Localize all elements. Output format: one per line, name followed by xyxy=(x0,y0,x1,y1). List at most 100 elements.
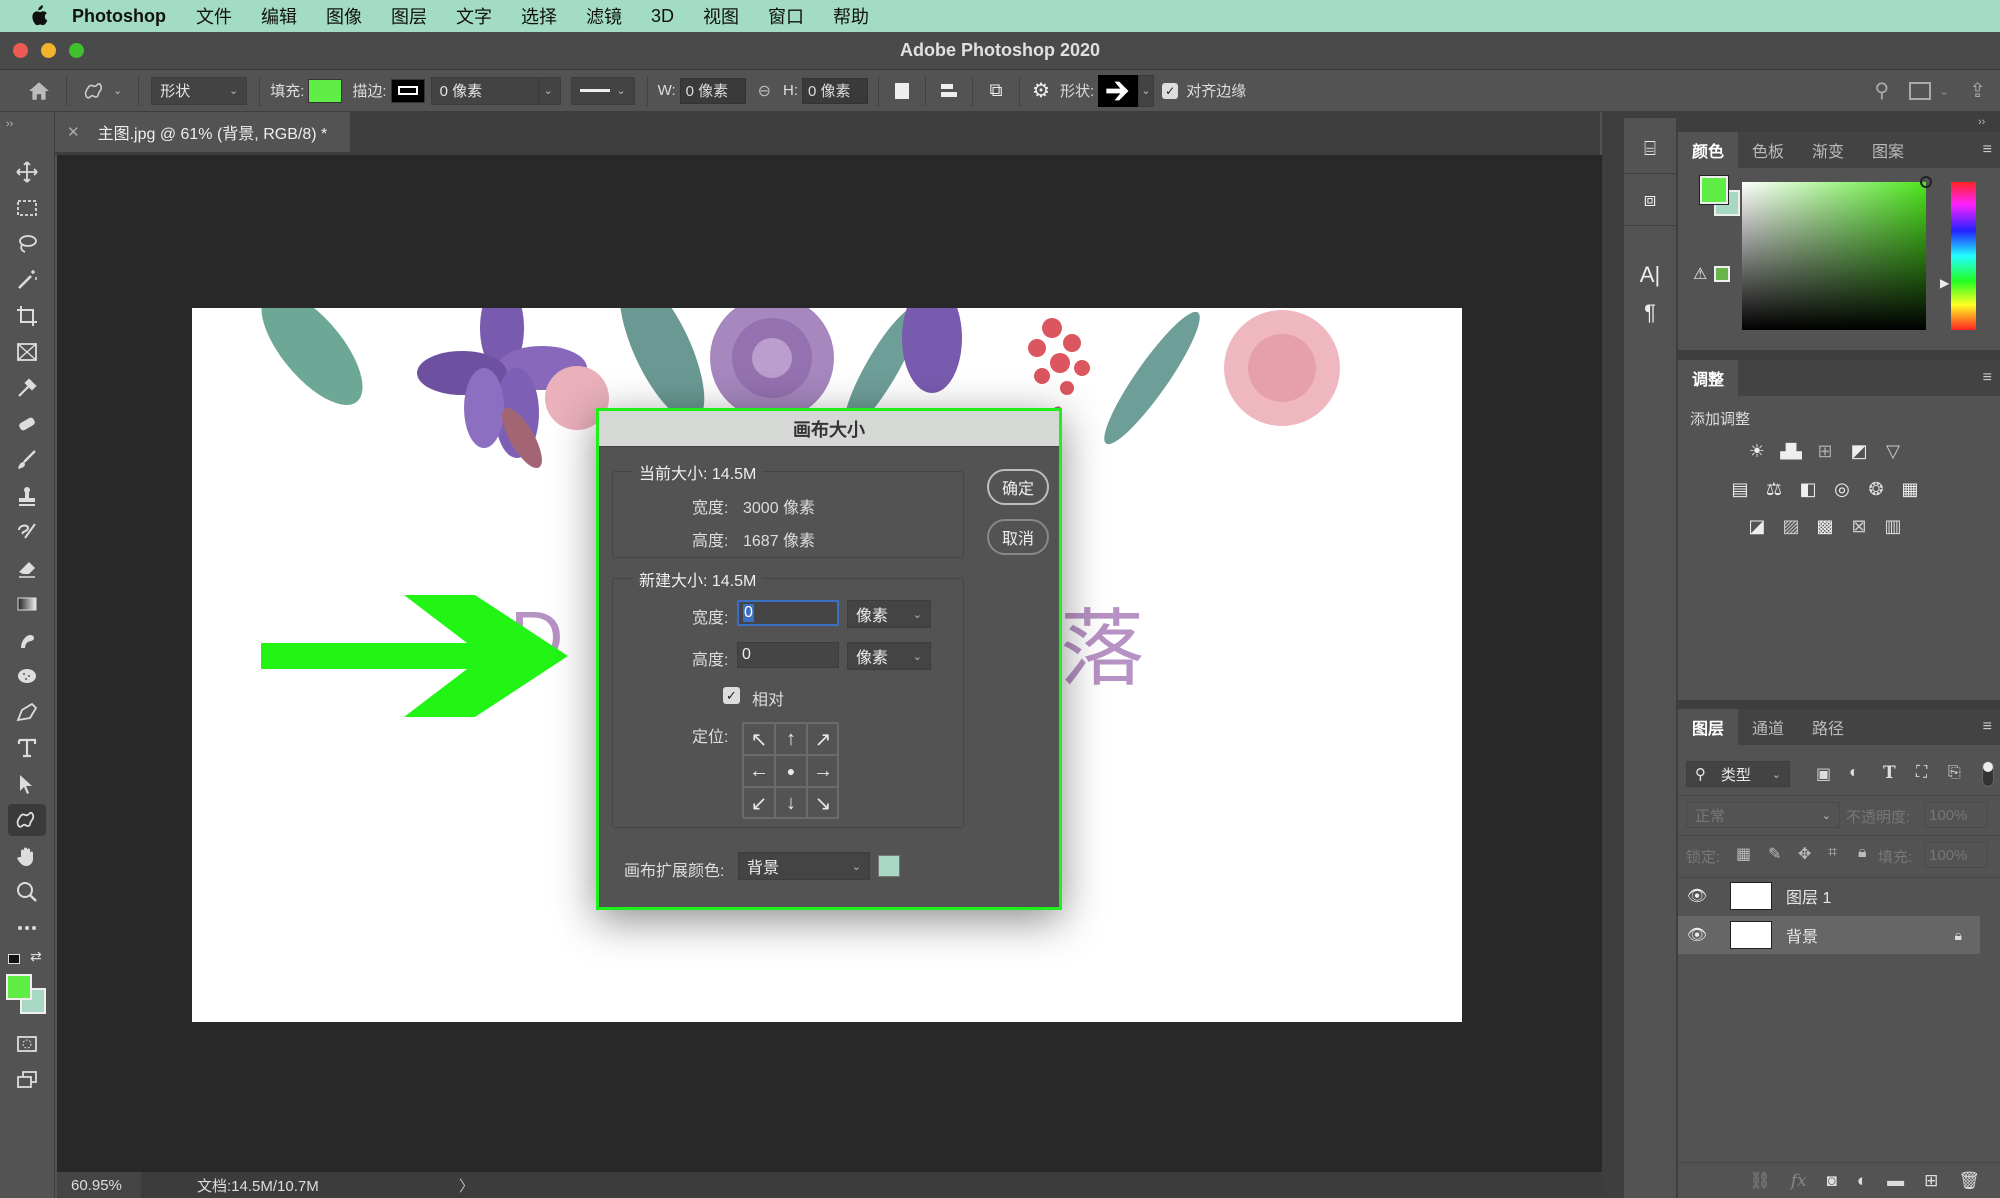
color-field[interactable] xyxy=(1742,176,1932,330)
path-operations-icon[interactable] xyxy=(885,82,919,99)
document-tab[interactable]: ✕ 主图.jpg @ 61% (背景, RGB/8) * xyxy=(55,112,350,152)
fill-color-swatch[interactable] xyxy=(308,78,343,103)
vibrance-icon[interactable]: ▽ xyxy=(1881,440,1905,462)
tab-color[interactable]: 颜色 xyxy=(1678,132,1739,168)
lock-all-icon[interactable]: 🔒︎ xyxy=(1858,844,1867,862)
layer-style-icon[interactable]: fx xyxy=(1791,1171,1807,1191)
shape-picker-dropdown[interactable]: ⌄ xyxy=(1138,74,1155,107)
threshold-icon[interactable]: ▩ xyxy=(1813,515,1837,537)
path-alignment-icon[interactable] xyxy=(932,84,966,97)
selective-color-icon[interactable]: ⊠ xyxy=(1847,515,1871,537)
panel-menu-icon[interactable]: ≡ xyxy=(1983,132,1992,168)
type-tool[interactable] xyxy=(8,732,46,764)
status-menu-arrow[interactable]: 〉 xyxy=(459,1175,474,1196)
height-unit-select[interactable]: 像素 ⌄ xyxy=(847,642,931,670)
lock-artboard-icon[interactable]: ⌗ xyxy=(1828,844,1837,862)
new-layer-icon[interactable]: ⊞ xyxy=(1924,1171,1938,1191)
clone-stamp-tool[interactable] xyxy=(8,480,46,512)
visibility-eye-icon[interactable]: 👁︎ xyxy=(1678,886,1716,906)
color-foreground-swatch[interactable] xyxy=(1699,175,1729,205)
expand-toolbar-icon[interactable]: ›› xyxy=(6,118,13,130)
expand-dock-icon[interactable]: ›› xyxy=(1978,116,1985,128)
menu-help[interactable]: 帮助 xyxy=(833,3,869,29)
gradient-map-icon[interactable]: ▥ xyxy=(1881,515,1905,537)
link-icon[interactable]: ⊖ xyxy=(758,81,771,101)
lock-image-pixels-icon[interactable]: ✎ xyxy=(1768,844,1781,864)
brightness-contrast-icon[interactable]: ☀ xyxy=(1745,440,1769,462)
curves-icon[interactable]: ⊞ xyxy=(1813,440,1837,462)
posterize-icon[interactable]: ▨ xyxy=(1779,515,1803,537)
color-balance-icon[interactable]: ⚖ xyxy=(1762,478,1786,500)
swap-colors-icon[interactable]: ⇄ xyxy=(30,948,42,965)
menu-app-name[interactable]: Photoshop xyxy=(72,6,166,27)
shape-width-input[interactable]: 0 像素 xyxy=(679,77,746,104)
history-panel-icon[interactable]: ⌸ xyxy=(1624,126,1676,174)
stroke-type-select[interactable]: ⌄ xyxy=(570,76,635,105)
filter-adjustment-layer-icon[interactable]: ◐ xyxy=(1849,764,1859,782)
home-icon[interactable] xyxy=(26,80,52,102)
maximize-window-button[interactable] xyxy=(69,43,84,58)
layer-filter-select[interactable]: ⚲ 类型 ⌄ xyxy=(1686,761,1790,787)
tab-channels[interactable]: 通道 xyxy=(1738,709,1798,745)
gamut-color-swatch[interactable] xyxy=(1714,266,1730,282)
tool-mode-select[interactable]: 形状 ⌄ xyxy=(151,76,248,105)
tab-adjustments[interactable]: 调整 xyxy=(1678,360,1739,396)
layers-menu-icon[interactable]: ≡ xyxy=(1983,709,1992,745)
hue-slider[interactable] xyxy=(1951,182,1976,330)
custom-shape-tool[interactable] xyxy=(8,804,46,836)
menu-3d[interactable]: 3D xyxy=(651,6,674,27)
filter-smart-object-icon[interactable]: ⎘ xyxy=(1948,764,1961,782)
extension-color-swatch[interactable] xyxy=(878,855,900,877)
tab-layers[interactable]: 图层 xyxy=(1678,709,1739,745)
anchor-left[interactable]: ← xyxy=(743,755,775,787)
cancel-button[interactable]: 取消 xyxy=(987,519,1049,555)
close-window-button[interactable] xyxy=(13,43,28,58)
quick-mask-icon[interactable] xyxy=(8,1028,46,1060)
color-picker-handle[interactable] xyxy=(1920,176,1932,188)
new-adjustment-layer-icon[interactable]: ◐ xyxy=(1857,1171,1867,1191)
magic-wand-tool[interactable] xyxy=(8,264,46,296)
stroke-width-input[interactable]: 0 像素 xyxy=(430,76,539,105)
shape-height-input[interactable]: 0 像素 xyxy=(802,77,869,104)
default-colors-icon[interactable] xyxy=(8,954,20,964)
menu-layer[interactable]: 图层 xyxy=(391,3,427,29)
exposure-icon[interactable]: ◩ xyxy=(1847,440,1871,462)
layer-row[interactable]: 👁︎ 图层 1 xyxy=(1678,877,1980,915)
levels-icon[interactable]: ▟▙ xyxy=(1779,440,1803,462)
tab-patterns[interactable]: 图案 xyxy=(1858,132,1918,168)
hue-saturation-icon[interactable]: ▤ xyxy=(1728,478,1752,500)
channel-mixer-icon[interactable]: ❂ xyxy=(1864,478,1888,500)
anchor-top-left[interactable]: ↖ xyxy=(743,723,775,755)
3d-panel-icon[interactable]: ⧈ xyxy=(1624,176,1676,226)
anchor-bottom-right[interactable]: ↘ xyxy=(807,787,839,819)
hand-tool[interactable] xyxy=(8,840,46,872)
crop-tool[interactable] xyxy=(8,300,46,332)
share-icon[interactable]: ⇪ xyxy=(1969,78,1986,103)
foreground-color-swatch[interactable] xyxy=(6,974,32,1000)
menu-image[interactable]: 图像 xyxy=(326,3,362,29)
width-unit-select[interactable]: 像素 ⌄ xyxy=(847,600,931,628)
marquee-tool[interactable] xyxy=(8,192,46,224)
apple-icon[interactable] xyxy=(26,5,52,27)
tab-paths[interactable]: 路径 xyxy=(1798,709,1858,745)
tab-swatches[interactable]: 色板 xyxy=(1738,132,1798,168)
menu-select[interactable]: 选择 xyxy=(521,3,557,29)
path-selection-tool[interactable] xyxy=(8,768,46,800)
path-arrangement-icon[interactable]: ⧉ xyxy=(979,80,1013,101)
new-width-input[interactable]: 0 xyxy=(737,600,839,626)
hue-slider-handle[interactable]: ▶ xyxy=(1940,276,1949,290)
menu-type[interactable]: 文字 xyxy=(456,3,492,29)
shape-picker[interactable] xyxy=(1098,74,1139,107)
relative-checkbox[interactable]: ✓ xyxy=(723,687,740,704)
lasso-tool[interactable] xyxy=(8,228,46,260)
lock-position-icon[interactable]: ✥ xyxy=(1798,844,1811,864)
menu-filter[interactable]: 滤镜 xyxy=(586,3,622,29)
healing-brush-tool[interactable] xyxy=(8,408,46,440)
opacity-input[interactable]: 100% xyxy=(1924,802,1988,828)
sponge-tool[interactable] xyxy=(8,660,46,692)
history-brush-tool[interactable] xyxy=(8,516,46,548)
menu-window[interactable]: 窗口 xyxy=(768,3,804,29)
layer-row-selected[interactable]: 👁︎ 背景 🔒︎ xyxy=(1678,916,1980,954)
paragraph-panel-icon[interactable]: ¶ xyxy=(1624,298,1676,328)
extension-color-select[interactable]: 背景 ⌄ xyxy=(738,852,870,880)
